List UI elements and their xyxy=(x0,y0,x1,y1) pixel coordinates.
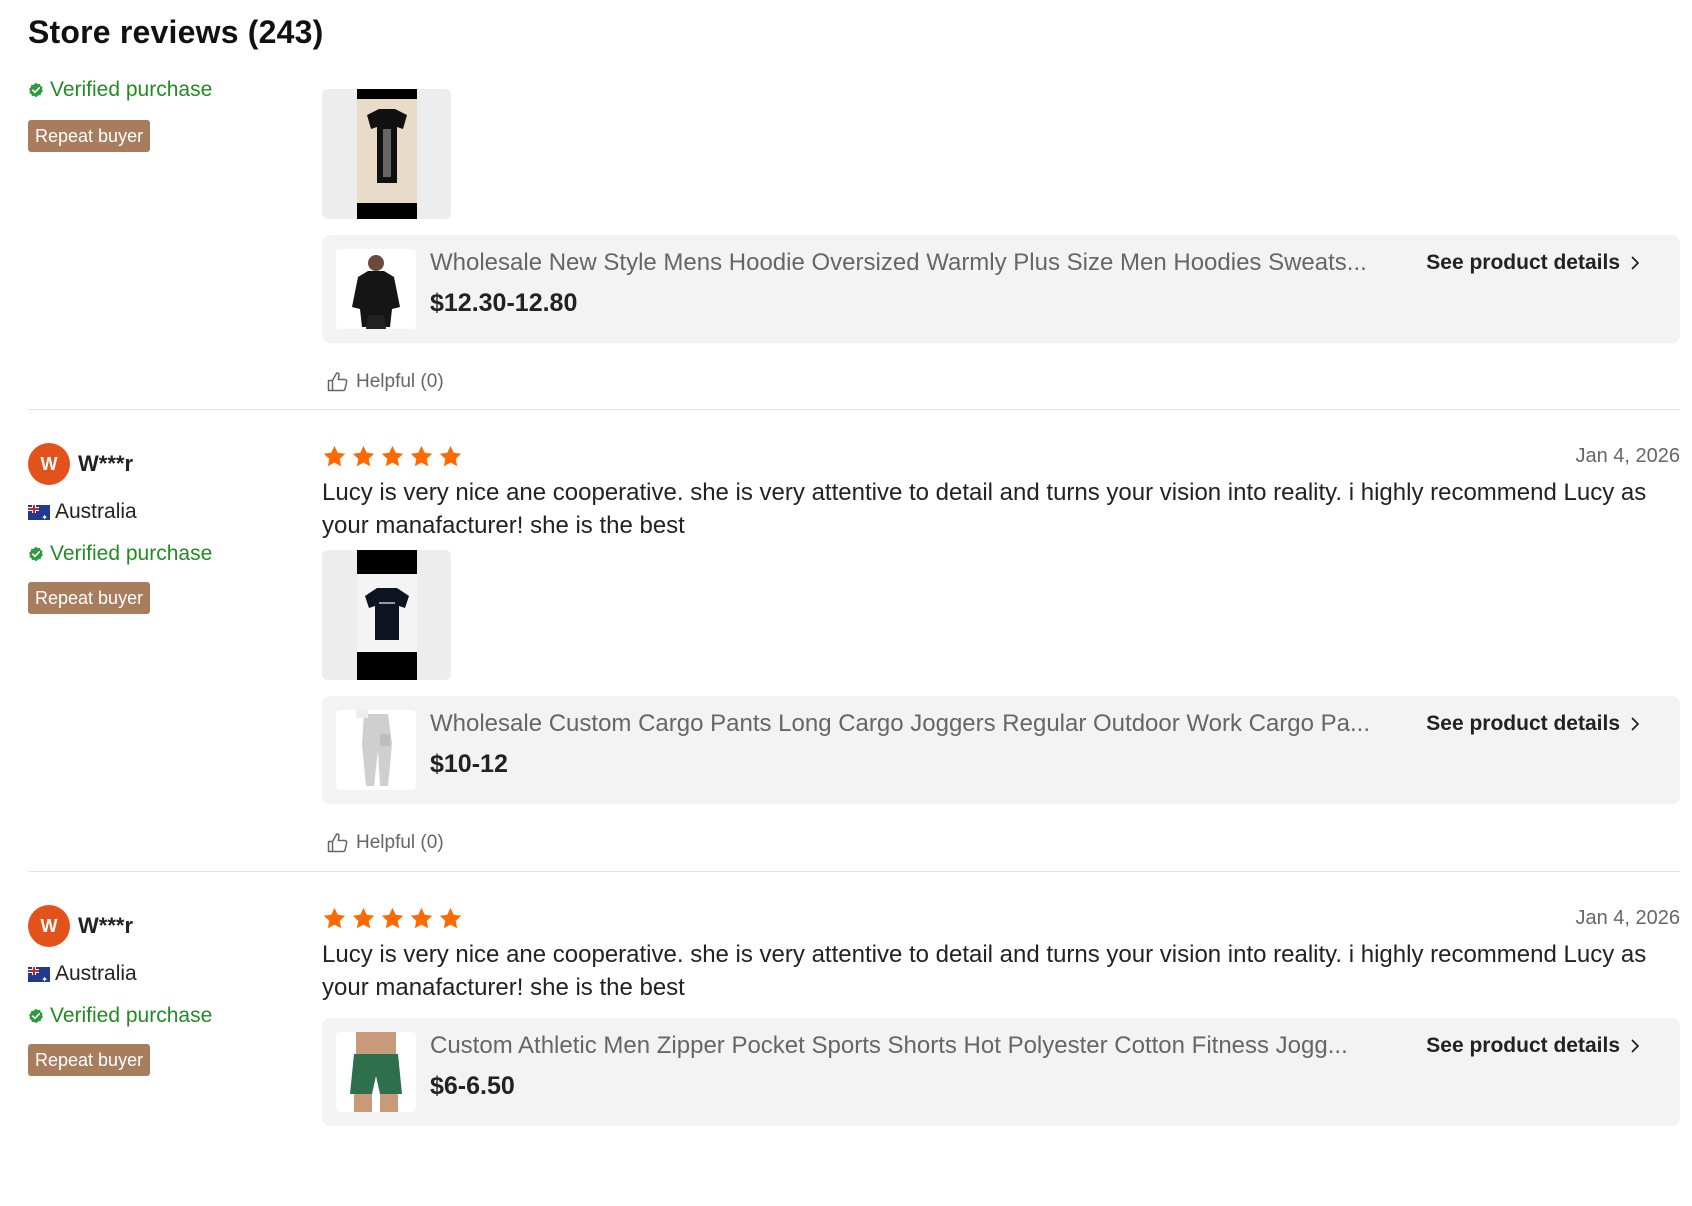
helpful-button[interactable]: Helpful (0) xyxy=(326,830,1680,856)
verified-purchase: Verified purchase xyxy=(28,1002,308,1030)
verified-label: Verified purchase xyxy=(50,542,213,565)
see-details-label: See product details xyxy=(1426,712,1620,735)
review-comment: Lucy is very nice ane cooperative. she i… xyxy=(322,941,1647,1001)
star-icon xyxy=(351,444,376,469)
reviewer-info: Verified purchase Repeat buyer xyxy=(28,76,308,152)
star-icon xyxy=(322,444,347,469)
country-label: Australia xyxy=(55,962,137,985)
review-content: Wholesale New Style Mens Hoodie Oversize… xyxy=(322,89,1680,395)
product-title[interactable]: Wholesale New Style Mens Hoodie Oversize… xyxy=(430,249,1430,277)
product-price: $6-6.50 xyxy=(430,1072,515,1100)
product-title[interactable]: Wholesale Custom Cargo Pants Long Cargo … xyxy=(430,710,1430,738)
australia-flag-icon xyxy=(28,504,50,520)
see-details-label: See product details xyxy=(1426,1034,1620,1057)
avatar: W xyxy=(28,443,70,485)
review-content: Jan 4, 2026 Lucy is very nice ane cooper… xyxy=(322,442,1680,856)
star-icon xyxy=(409,444,434,469)
star-icon xyxy=(438,906,463,931)
reviewer-info: W W***r Australia Verified purchase Repe… xyxy=(28,442,308,614)
product-title[interactable]: Custom Athletic Men Zipper Pocket Sports… xyxy=(430,1032,1430,1060)
see-product-details-link[interactable]: See product details xyxy=(1426,712,1642,736)
repeat-buyer-badge: Repeat buyer xyxy=(28,1044,151,1076)
repeat-buyer-badge: Repeat buyer xyxy=(28,120,151,152)
cargo-pants-product-image xyxy=(336,710,416,790)
verified-badge-icon xyxy=(28,82,44,98)
product-image[interactable] xyxy=(336,249,416,329)
avatar: W xyxy=(28,905,70,947)
review-media-thumbnail[interactable] xyxy=(322,550,451,680)
see-details-label: See product details xyxy=(1426,251,1620,274)
review-date: Jan 4, 2026 xyxy=(1575,445,1680,467)
tshirt-photo-image xyxy=(356,89,417,219)
product-image[interactable] xyxy=(336,710,416,790)
verified-badge-icon xyxy=(28,1008,44,1024)
thumbs-up-icon xyxy=(326,831,350,855)
reviewer: W W***r xyxy=(28,442,308,486)
star-icon xyxy=(351,906,376,931)
see-product-details-link[interactable]: See product details xyxy=(1426,251,1642,275)
chevron-right-icon xyxy=(1628,256,1642,270)
chevron-right-icon xyxy=(1628,717,1642,731)
verified-label: Verified purchase xyxy=(50,78,213,101)
helpful-label: Helpful (0) xyxy=(356,832,444,853)
star-rating xyxy=(322,442,1680,470)
reviewer-name: W***r xyxy=(78,451,134,476)
star-rating xyxy=(322,904,1680,932)
review-comment: Lucy is very nice ane cooperative. she i… xyxy=(322,479,1647,539)
review-media-thumbnail[interactable] xyxy=(322,89,451,219)
chevron-right-icon xyxy=(1628,1039,1642,1053)
verified-badge-icon xyxy=(28,546,44,562)
product-price: $10-12 xyxy=(430,750,508,778)
review-content: Jan 4, 2026 Lucy is very nice ane cooper… xyxy=(322,904,1680,1126)
verified-label: Verified purchase xyxy=(50,1004,213,1027)
shorts-product-image xyxy=(336,1032,416,1112)
page-title: Store reviews (243) xyxy=(28,14,324,50)
product-price: $12.30-12.80 xyxy=(430,289,578,317)
star-icon xyxy=(409,906,434,931)
reviewer-info: W W***r Australia Verified purchase Repe… xyxy=(28,904,308,1076)
review-divider xyxy=(28,409,1680,410)
repeat-buyer-badge: Repeat buyer xyxy=(28,582,151,614)
star-icon xyxy=(438,444,463,469)
australia-flag-icon xyxy=(28,966,50,982)
product-card: Wholesale New Style Mens Hoodie Oversize… xyxy=(322,235,1680,343)
verified-purchase: Verified purchase xyxy=(28,76,308,104)
product-image[interactable] xyxy=(336,1032,416,1112)
product-card: Wholesale Custom Cargo Pants Long Cargo … xyxy=(322,696,1680,804)
product-card: Custom Athletic Men Zipper Pocket Sports… xyxy=(322,1018,1680,1126)
reviewer-country: Australia xyxy=(28,960,308,988)
star-icon xyxy=(380,444,405,469)
tshirt-photo-image xyxy=(356,550,417,680)
review-date: Jan 4, 2026 xyxy=(1575,907,1680,929)
reviewer-country: Australia xyxy=(28,498,308,526)
see-product-details-link[interactable]: See product details xyxy=(1426,1034,1642,1058)
verified-purchase: Verified purchase xyxy=(28,540,308,568)
reviewer-name: W***r xyxy=(78,913,134,938)
country-label: Australia xyxy=(55,500,137,523)
helpful-label: Helpful (0) xyxy=(356,371,444,392)
review-divider xyxy=(28,871,1680,872)
store-reviews-page: Store reviews (243) Verified purchase Re… xyxy=(0,0,1692,1206)
reviewer: W W***r xyxy=(28,904,308,948)
star-icon xyxy=(322,906,347,931)
hoodie-product-image xyxy=(336,249,416,329)
helpful-button[interactable]: Helpful (0) xyxy=(326,369,1680,395)
star-icon xyxy=(380,906,405,931)
thumbs-up-icon xyxy=(326,370,350,394)
